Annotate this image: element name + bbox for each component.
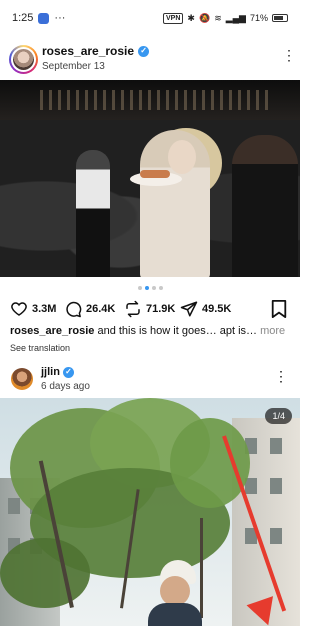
carousel-dot [151,286,156,290]
wifi-icon: ≋ [214,12,222,23]
caption-text: and this is how it goes… apt is… [94,325,258,337]
see-translation-link[interactable]: See translation [10,343,70,353]
repost-button[interactable]: 71.9K [124,298,175,320]
avatar[interactable] [11,368,33,390]
battery-percent: 71% [249,13,268,23]
post-caption[interactable]: roses_are_rosie and this is how it goes…… [10,324,292,338]
caption-more-link[interactable]: more [257,325,285,337]
more-options-icon[interactable]: ⋮ [282,48,296,62]
like-count: 3.3M [32,303,57,315]
mute-icon: 🔕 [198,12,211,23]
send-icon [180,301,198,317]
app-notification-icon [38,12,50,24]
share-count: 49.5K [202,303,232,315]
avatar-story-ring[interactable] [9,45,38,74]
bookmark-icon[interactable] [270,299,288,319]
status-time: 1:25 [12,12,34,24]
heart-icon [11,302,27,316]
post-date: September 13 [42,61,105,72]
verified-badge-icon: ✓ [62,366,74,378]
comment-button[interactable]: 26.4K [64,298,115,320]
action-bar: 3.3M 26.4K 71.9K 49.5K [0,298,300,320]
username-text[interactable]: roses_are_rosie [42,44,134,58]
like-button[interactable]: 3.3M [10,298,56,320]
post-username[interactable]: jjlin ✓ [41,366,74,378]
username-text[interactable]: jjlin [41,366,60,378]
more-options-icon[interactable]: ⋮ [274,369,288,383]
carousel-dot [137,286,142,290]
carousel-dot [158,286,163,290]
repost-icon [126,300,140,318]
more-notifications-icon: ··· [54,12,66,24]
carousel-indicator [0,284,300,292]
post-image[interactable] [0,80,300,277]
verified-badge-icon: ✓ [138,45,150,57]
comment-count: 26.4K [86,303,116,315]
status-bar: 1:25 ··· VPN ✱ 🔕 ≋ ▂▄▆ 71% [0,0,300,36]
status-left: 1:25 ··· [12,12,65,24]
vpn-badge: VPN [163,12,184,24]
post-header: jjlin ✓ 6 days ago ⋮ [0,363,300,397]
signal-icon: ▂▄▆ [225,12,246,23]
post-image[interactable]: 1/4 [0,398,300,626]
bluetooth-icon: ✱ [187,12,195,23]
avatar [13,49,34,70]
repost-count: 71.9K [146,303,176,315]
battery-icon [272,14,288,22]
post-username[interactable]: roses_are_rosie ✓ [42,44,150,58]
post-time: 6 days ago [41,381,90,392]
post-header: roses_are_rosie ✓ September 13 ⋮ [0,40,300,80]
share-button[interactable]: 49.5K [180,298,231,320]
carousel-dot [144,286,149,290]
caption-username[interactable]: roses_are_rosie [10,325,94,337]
carousel-counter: 1/4 [265,408,292,424]
comment-icon [66,301,82,318]
status-right: VPN ✱ 🔕 ≋ ▂▄▆ 71% [163,12,288,24]
